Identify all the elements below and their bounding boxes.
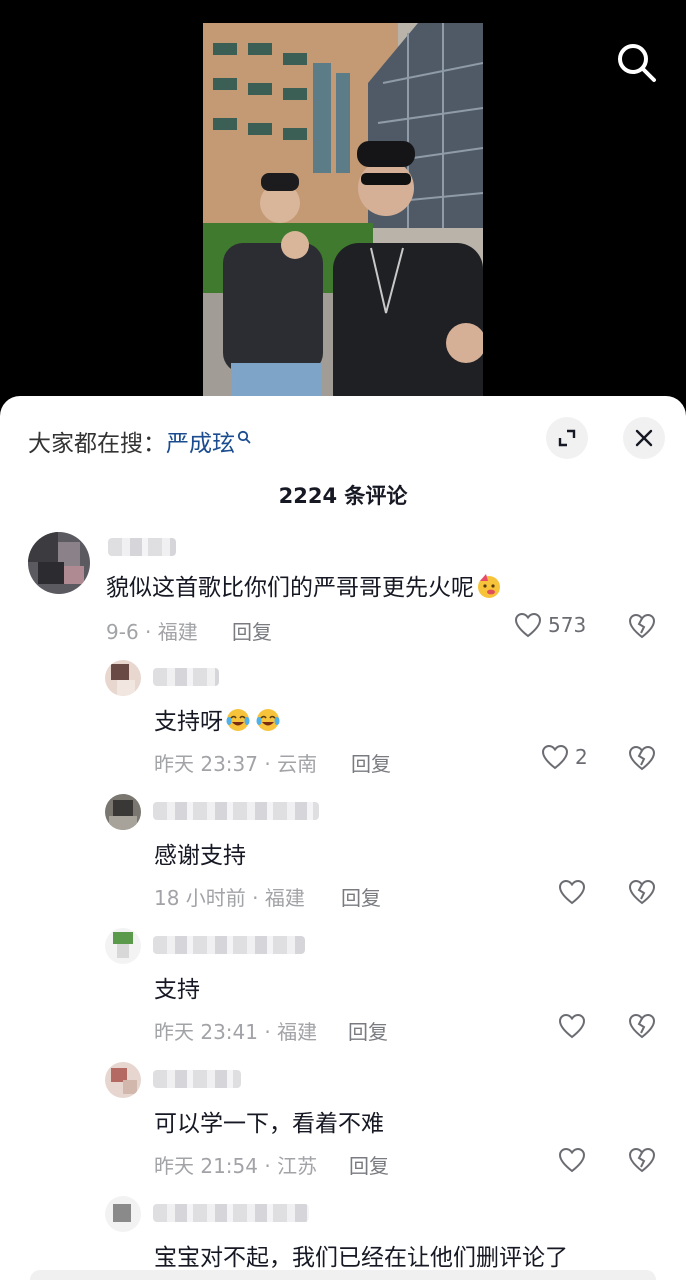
heart-outline-icon — [514, 612, 542, 638]
comment-meta: 9-6 · 福建 — [106, 620, 198, 644]
video-player[interactable] — [0, 0, 686, 420]
dislike-button[interactable] — [628, 613, 656, 643]
heart-outline-icon — [541, 744, 569, 770]
reply-meta: 昨天 23:37 · 云南 — [154, 752, 318, 776]
like-count: 573 — [548, 613, 587, 637]
reply-button[interactable]: 回复 — [349, 1150, 389, 1179]
hot-search-banner[interactable]: 大家都在搜：严成玹 — [28, 424, 251, 458]
reply-text: 感谢支持 — [154, 843, 246, 869]
broken-heart-icon — [628, 613, 656, 639]
username-redacted[interactable] — [153, 936, 305, 954]
broken-heart-icon — [628, 879, 656, 905]
reply-meta: 昨天 23:41 · 福建 — [154, 1020, 318, 1044]
reply-button[interactable]: 回复 — [232, 616, 272, 645]
avatar[interactable] — [105, 1196, 141, 1232]
close-button[interactable] — [623, 417, 665, 459]
username-redacted[interactable] — [153, 802, 319, 820]
broken-heart-icon — [628, 1147, 656, 1173]
close-icon — [635, 429, 653, 447]
hot-search-keyword[interactable]: 严成玹 — [166, 431, 235, 457]
like-button[interactable] — [558, 879, 586, 905]
avatar[interactable] — [105, 660, 141, 696]
search-small-icon — [237, 426, 251, 452]
like-button[interactable] — [558, 1147, 586, 1173]
broken-heart-icon — [628, 745, 656, 771]
reply-button[interactable]: 回复 — [351, 748, 391, 777]
reply-meta: 昨天 21:54 · 江苏 — [154, 1154, 318, 1178]
heart-outline-icon — [558, 1013, 586, 1039]
comment-text: 貌似这首歌比你们的严哥哥更先火呢 — [106, 568, 504, 602]
comment-sheet: 大家都在搜：严成玹 2224 条评论 貌似这首歌比你们的严哥哥更先火呢 9-6 … — [0, 396, 686, 1280]
expand-button[interactable] — [546, 417, 588, 459]
username-redacted[interactable] — [153, 1070, 241, 1088]
like-button[interactable]: 573 — [514, 612, 586, 638]
broken-heart-icon — [628, 1013, 656, 1039]
comment-input-bar[interactable] — [30, 1270, 656, 1280]
hot-search-prefix: 大家都在搜： — [28, 431, 166, 457]
reply-button[interactable]: 回复 — [341, 882, 381, 911]
username-redacted[interactable] — [108, 538, 176, 556]
video-frame[interactable] — [203, 23, 483, 420]
dislike-button[interactable] — [628, 879, 656, 909]
dislike-button[interactable] — [628, 1147, 656, 1177]
avatar[interactable] — [105, 928, 141, 964]
dislike-button[interactable] — [628, 1013, 656, 1043]
heart-outline-icon — [558, 1147, 586, 1173]
search-icon — [618, 44, 656, 82]
avatar[interactable] — [105, 794, 141, 830]
reply-button[interactable]: 回复 — [348, 1016, 388, 1045]
like-button[interactable]: 2 — [541, 744, 588, 770]
dislike-button[interactable] — [628, 745, 656, 775]
reply-text-content: 支持呀 — [154, 709, 223, 735]
like-count: 2 — [575, 745, 588, 769]
expand-icon — [558, 429, 576, 447]
username-redacted[interactable] — [153, 668, 219, 686]
reply-meta: 18 小时前 · 福建 — [154, 886, 305, 910]
reply-text: 支持呀 — [154, 702, 283, 736]
reply-text: 可以学一下，看着不难 — [154, 1111, 384, 1137]
avatar[interactable] — [28, 532, 90, 594]
heart-outline-icon — [558, 879, 586, 905]
comment-count: 2224 条评论 — [278, 484, 408, 508]
comment-text-content: 貌似这首歌比你们的严哥哥更先火呢 — [106, 575, 474, 601]
username-redacted[interactable] — [153, 1204, 309, 1222]
search-button[interactable] — [612, 38, 660, 86]
video-thumbnail-image — [203, 23, 483, 420]
avatar[interactable] — [105, 1062, 141, 1098]
tears-of-joy-emoji — [255, 707, 281, 733]
party-face-emoji — [476, 573, 502, 599]
like-button[interactable] — [558, 1013, 586, 1039]
reply-text: 支持 — [154, 977, 200, 1003]
tears-of-joy-emoji — [225, 707, 251, 733]
reply-text: 宝宝对不起，我们已经在让他们删评论了 — [154, 1245, 568, 1271]
